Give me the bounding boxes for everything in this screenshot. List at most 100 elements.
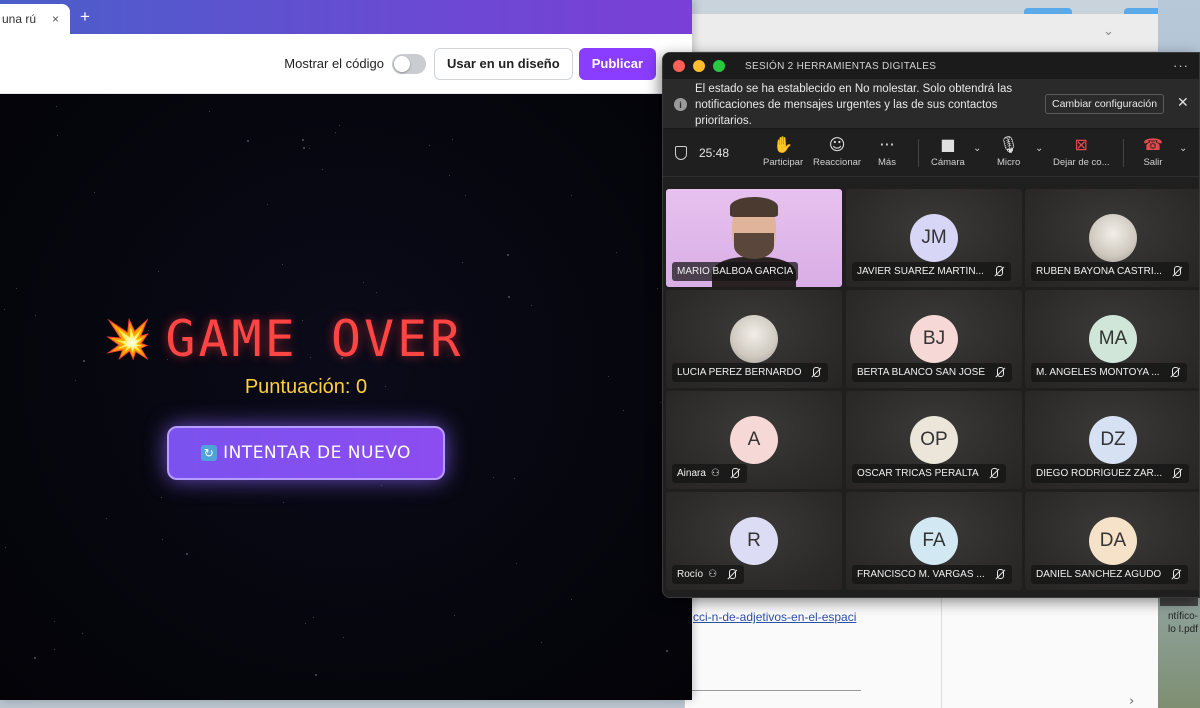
pdf-file-label[interactable]: ntífico- lo I.pdf (1156, 610, 1198, 636)
close-icon[interactable]: ✕ (1177, 94, 1189, 111)
star (429, 145, 430, 146)
star (54, 649, 55, 650)
star (660, 402, 661, 403)
participant-tile[interactable]: OP OSCAR TRICAS PERALTA (846, 391, 1022, 489)
refresh-icon: ↻ (201, 445, 218, 461)
star (516, 563, 517, 564)
close-icon[interactable]: × (52, 12, 59, 26)
new-tab-button[interactable]: + (80, 8, 90, 26)
star (247, 140, 249, 142)
participant-tile[interactable]: JM JAVIER SUÁREZ MARTÍN... (846, 189, 1022, 287)
meeting-title: SESIÓN 2 HERRAMIENTAS DIGITALES (745, 60, 937, 72)
divider (1123, 139, 1124, 167)
mic-off-icon (992, 265, 1006, 278)
participant-name-chip: JAVIER SUÁREZ MARTÍN... (852, 262, 1011, 281)
star (657, 288, 658, 289)
react-button[interactable]: ☺ Reaccionar (813, 135, 861, 168)
change-settings-button[interactable]: Cambiar configuración (1045, 94, 1165, 114)
participant-tile[interactable]: A Ainara ⚇ (666, 391, 842, 489)
shield-icon (675, 146, 687, 160)
participant-name-chip: DIEGO RODRÍGUEZ ZÁR... (1031, 464, 1190, 483)
close-window-button[interactable] (673, 60, 685, 72)
participant-name: Ainara (677, 468, 706, 479)
game-canvas[interactable]: 💥 GAME OVER Puntuación: 0 ↻ INTENTAR DE … (0, 94, 692, 700)
participant-tile[interactable]: RUBEN BAYONA CASTRI... (1025, 189, 1199, 287)
avatar: BJ (910, 315, 958, 363)
star (335, 132, 336, 133)
mic-off-icon (1170, 265, 1184, 278)
share-screen-icon: ⊠ (1074, 135, 1088, 154)
chevron-down-icon[interactable]: ⌄ (1035, 143, 1043, 154)
star (616, 252, 617, 253)
participant-name: BERTA BLANCO SAN JOSÉ (857, 367, 986, 378)
mic-off-icon (993, 366, 1007, 379)
avatar: JM (910, 214, 958, 262)
mic-button[interactable]: 🎙 Micro (997, 135, 1020, 168)
chevron-down-icon[interactable]: ⌄ (1103, 24, 1114, 39)
star (313, 617, 314, 618)
chevron-down-icon[interactable]: ⌄ (973, 143, 981, 154)
participant-tile[interactable]: DA DANIEL SANCHEZ AGUDO (1025, 492, 1199, 590)
raise-hand-button[interactable]: ✋ Participar (763, 135, 803, 168)
chevron-right-icon[interactable]: › (1129, 694, 1134, 708)
star (363, 282, 364, 283)
star (82, 633, 83, 634)
participant-tile[interactable]: BJ BERTA BLANCO SAN JOSÉ (846, 290, 1022, 388)
divider (918, 139, 919, 167)
participant-name-chip: OSCAR TRICAS PERALTA (852, 464, 1006, 483)
phone-hangup-icon: ☎ (1143, 135, 1163, 154)
explosion-icon: 💥 (104, 317, 152, 361)
smiley-icon: ☺ (828, 135, 846, 154)
star (305, 623, 306, 624)
star (57, 135, 58, 136)
info-icon: i (674, 98, 687, 111)
star (507, 254, 509, 256)
avatar (1089, 214, 1137, 262)
star (381, 485, 382, 486)
retry-button[interactable]: ↻ INTENTAR DE NUEVO (167, 426, 445, 480)
star (339, 125, 340, 126)
more-button[interactable]: ··· Más (878, 135, 896, 168)
star (5, 547, 6, 548)
star (303, 147, 305, 149)
camera-button[interactable]: ■ Cámara (931, 135, 965, 168)
star (16, 288, 17, 289)
avatar: DA (1089, 517, 1137, 565)
game-over-title: GAME OVER (165, 310, 464, 368)
toggle-knob (394, 55, 410, 72)
use-in-design-button[interactable]: Usar en un diseño (434, 47, 573, 80)
browser-tab[interactable]: una rú × (0, 4, 70, 34)
leave-button[interactable]: ☎ Salir (1143, 135, 1163, 168)
avatar (730, 315, 778, 363)
participant-tile[interactable]: R Rocío ⚇ (666, 492, 842, 590)
star (541, 642, 542, 643)
star (283, 502, 284, 503)
star (508, 296, 510, 298)
show-code-toggle[interactable] (392, 53, 426, 74)
mic-off-icon (1169, 568, 1183, 581)
star (343, 637, 344, 638)
chevron-down-icon[interactable]: ⌄ (1179, 143, 1187, 154)
participant-tile[interactable]: MARIO BALBOA GARCÍA (666, 189, 842, 287)
participant-name: RUBEN BAYONA CASTRI... (1036, 266, 1162, 277)
document-link[interactable]: cci-n-de-adjetivos-en-el-espaci (693, 610, 856, 624)
stop-sharing-button[interactable]: ⊠ Dejar de co... (1053, 135, 1110, 168)
maximize-window-button[interactable] (713, 60, 725, 72)
avatar: OP (910, 416, 958, 464)
participant-tile[interactable]: DZ DIEGO RODRÍGUEZ ZÁR... (1025, 391, 1199, 489)
star (162, 539, 163, 540)
star (452, 139, 453, 140)
participant-name-chip: Rocío ⚇ (672, 565, 745, 584)
participant-name-chip: Ainara ⚇ (672, 464, 747, 483)
star (465, 195, 466, 196)
participant-tile[interactable]: MA M. ANGELES MONTOYA ... (1025, 290, 1199, 388)
participant-name-chip: BERTA BLANCO SAN JOSÉ (852, 363, 1013, 382)
star (376, 292, 377, 293)
browser-tab-title: una rú (2, 12, 37, 26)
publish-button[interactable]: Publicar (578, 47, 656, 80)
participant-tile[interactable]: FA FRANCISCO M. VARGAS ... (846, 492, 1022, 590)
minimize-window-button[interactable] (693, 60, 705, 72)
participant-tile[interactable]: LUCIA PEREZ BERNARDO (666, 290, 842, 388)
more-options-icon[interactable]: ··· (1173, 58, 1189, 73)
star (209, 111, 210, 112)
